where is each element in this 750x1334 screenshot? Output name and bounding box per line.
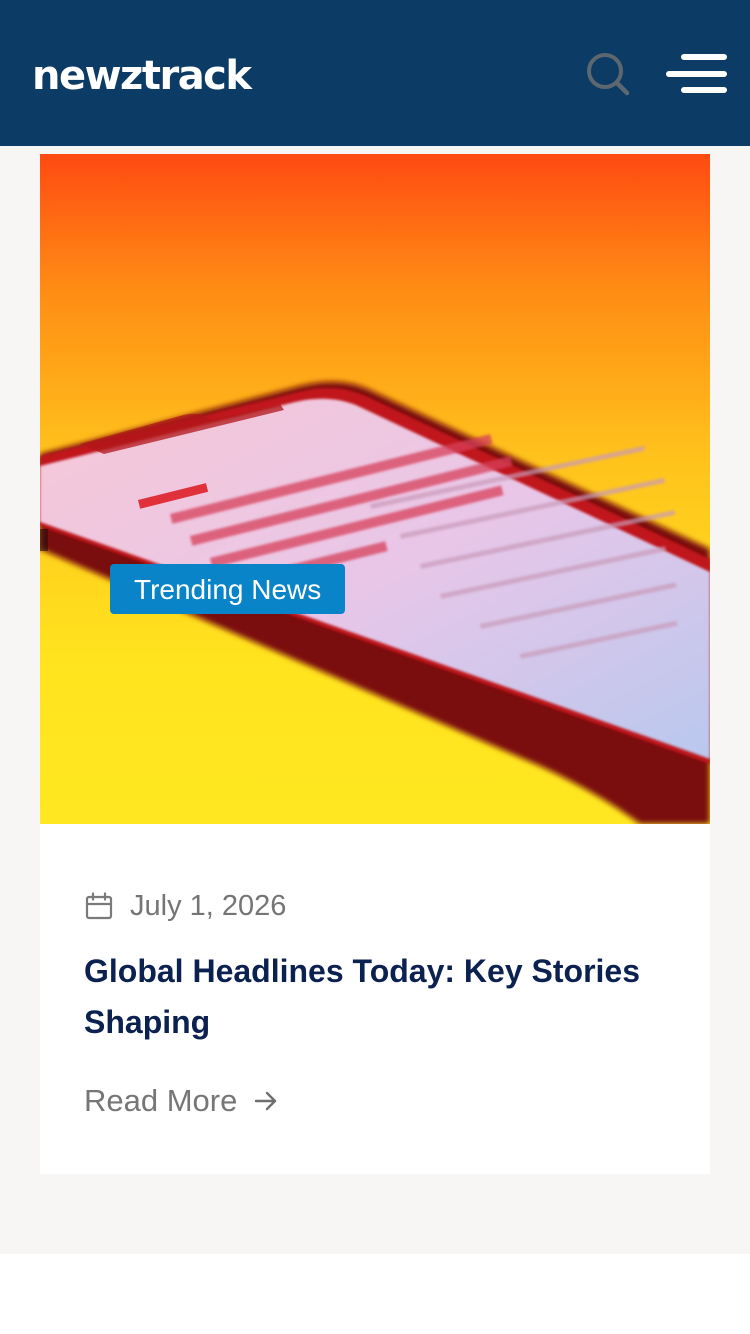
article-date: July 1, 2026 [130, 890, 287, 922]
article-card: Trending News July 1, 2026 Global Headli… [40, 154, 710, 1174]
site-header: newztrack [0, 0, 750, 146]
search-button[interactable] [582, 48, 634, 100]
site-logo[interactable]: newztrack [32, 50, 252, 102]
category-badge[interactable]: Trending News [110, 564, 346, 614]
article-image[interactable]: Trending News [40, 154, 710, 824]
article-meta: July 1, 2026 [84, 886, 286, 926]
hamburger-menu-icon [666, 54, 727, 93]
read-more-link[interactable]: Read More [84, 1080, 279, 1122]
menu-button[interactable] [664, 50, 728, 98]
search-icon [587, 53, 630, 96]
phone-illustration [40, 381, 710, 824]
calendar-icon [85, 892, 113, 920]
arrow-right-icon [255, 1091, 277, 1111]
article-title[interactable]: Global Headlines Today: Key Stories Shap… [84, 946, 674, 1048]
read-more-label: Read More [84, 1083, 238, 1118]
